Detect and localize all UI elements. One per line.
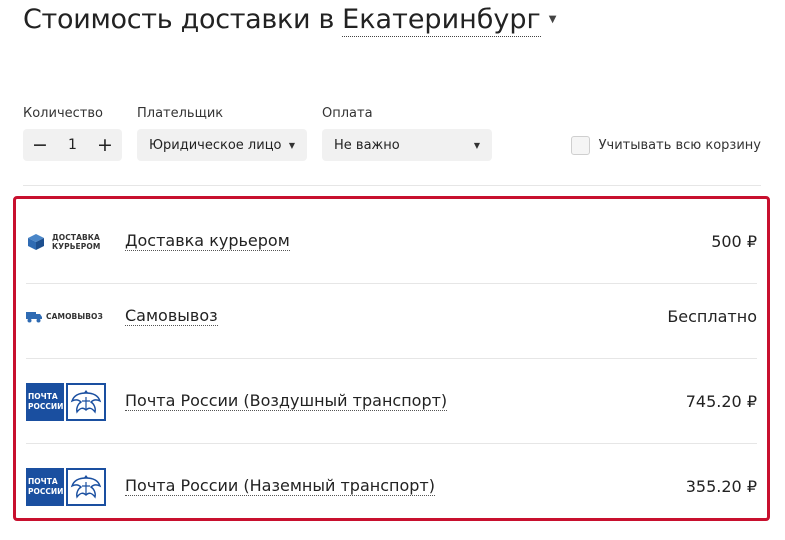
box-icon: [28, 233, 44, 250]
minus-button[interactable]: −: [31, 134, 49, 156]
russian-post-logo-text-1: ПОЧТА: [28, 391, 58, 401]
delivery-option-price: Бесплатно: [667, 307, 757, 326]
russian-post-logo-text-2: РОССИИ: [28, 401, 64, 411]
chevron-down-icon[interactable]: ▼: [549, 14, 557, 25]
courier-logo-text-2: КУРЬЕРОМ: [52, 241, 101, 251]
quantity-label: Количество: [23, 106, 103, 121]
pickup-logo-text: САМОВЫВОЗ: [46, 312, 103, 321]
courier-logo-text-1: ДОСТАВКА: [52, 232, 100, 242]
russian-post-logo-text-2: РОССИИ: [28, 486, 64, 496]
delivery-option-name[interactable]: Доставка курьером: [125, 232, 290, 251]
plus-button[interactable]: +: [96, 134, 114, 156]
russian-post-logo: ПОЧТА РОССИИ: [26, 382, 106, 422]
chevron-down-icon: ▼: [473, 140, 480, 150]
russian-post-eagle-icon: [66, 382, 106, 421]
russian-post-logo-text-1: ПОЧТА: [28, 476, 58, 486]
delivery-option-price: 745.20 ₽: [685, 392, 757, 411]
city-selector[interactable]: Екатеринбург: [342, 4, 541, 37]
pickup-logo: САМОВЫВОЗ: [26, 297, 106, 337]
quantity-value[interactable]: 1: [68, 137, 77, 153]
whole-cart-checkbox[interactable]: [570, 136, 590, 155]
page-title: Стоимость доставки в: [23, 4, 335, 35]
delivery-option-price: 355.20 ₽: [685, 477, 757, 496]
page-header: Стоимость доставки в Екатеринбург ▼: [23, 4, 556, 37]
whole-cart-checkbox-label[interactable]: Учитывать всю корзину: [599, 138, 761, 153]
payment-label: Оплата: [322, 106, 373, 121]
filters-bar: Количество − 1 + Плательщик Юридическое …: [23, 106, 761, 162]
delivery-option-name[interactable]: Почта России (Наземный транспорт): [125, 477, 435, 496]
payer-select[interactable]: Юридическое лицо ▼: [137, 129, 307, 161]
payer-label: Плательщик: [137, 106, 224, 121]
delivery-option-post-ground[interactable]: ПОЧТА РОССИИ Почта России (Наземный тран…: [26, 444, 757, 529]
delivery-option-courier[interactable]: ДОСТАВКА КУРЬЕРОМ Доставка курьером 500 …: [26, 199, 757, 284]
russian-post-eagle-icon: [66, 467, 106, 506]
payer-select-value: Юридическое лицо: [149, 137, 282, 153]
delivery-option-name[interactable]: Самовывоз: [125, 307, 218, 326]
payment-select-value: Не важно: [334, 137, 400, 153]
delivery-option-pickup[interactable]: САМОВЫВОЗ Самовывоз Бесплатно: [26, 274, 757, 359]
payment-select[interactable]: Не важно ▼: [322, 129, 492, 161]
delivery-option-price: 500 ₽: [711, 232, 757, 251]
divider: [23, 185, 761, 186]
delivery-options-list: ДОСТАВКА КУРЬЕРОМ Доставка курьером 500 …: [13, 196, 770, 521]
russian-post-logo: ПОЧТА РОССИИ: [26, 467, 106, 507]
whole-cart-checkbox-row[interactable]: Учитывать всю корзину: [570, 136, 761, 155]
truck-icon: [26, 311, 42, 322]
delivery-option-name[interactable]: Почта России (Воздушный транспорт): [125, 392, 448, 411]
courier-logo: ДОСТАВКА КУРЬЕРОМ: [26, 222, 106, 262]
quantity-stepper: − 1 +: [23, 129, 122, 161]
chevron-down-icon: ▼: [288, 140, 295, 150]
delivery-option-post-air[interactable]: ПОЧТА РОССИИ Почта России (Воздушный тра…: [26, 359, 757, 444]
